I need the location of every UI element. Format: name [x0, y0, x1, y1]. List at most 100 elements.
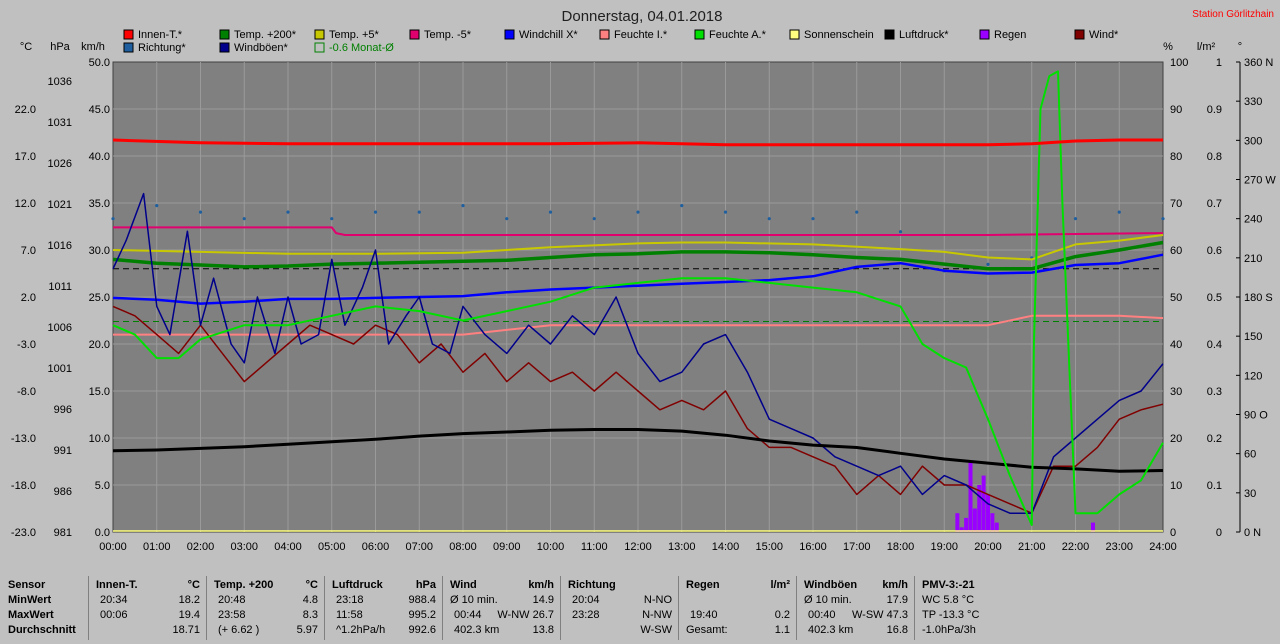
rain-bar: [968, 461, 973, 532]
degree-tick-label: 360 N: [1244, 57, 1273, 69]
axis-unit-rain: l/m²: [1197, 41, 1216, 53]
temp-column: Temp. +200 °C 20:48 4.8 23:58 8.3 (+ 6.62 )…: [208, 572, 322, 644]
rain-bar: [972, 508, 977, 532]
regen-r2-time: 19:40: [690, 609, 718, 621]
label-max: MaxWert: [8, 609, 54, 621]
axis-unit-degrees: °: [1238, 41, 1242, 53]
temp-title: Temp. +200: [214, 579, 274, 591]
legend-label: Innen-T.*: [138, 29, 183, 41]
rain-tick-label: 0.3: [1207, 386, 1222, 398]
x-tick-label: 14:00: [712, 541, 740, 553]
hpa-tick-label: 1011: [48, 281, 72, 293]
x-tick-label: 07:00: [405, 541, 433, 553]
direction-point: [111, 217, 115, 221]
rain-bar: [964, 517, 969, 532]
direction-point: [548, 210, 553, 214]
divider: [914, 576, 915, 640]
regen-r2-value: 0.2: [774, 609, 790, 621]
legend-label: Luftdruck*: [899, 29, 949, 41]
druck-avg-note: ^1.2hPa/h: [336, 624, 386, 636]
wind-r3-distance: 402.3 km: [454, 624, 500, 636]
legend-label: Feuchte I.*: [614, 29, 668, 41]
boeen-column: Windböen km/h Ø 10 min. 17.9 00:40 W-SW 47.…: [798, 572, 912, 644]
direction-point: [461, 204, 465, 208]
boeen-r3-value: 16.8: [886, 624, 908, 636]
x-tick-label: 13:00: [668, 541, 696, 553]
degree-tick-label: 300: [1244, 135, 1262, 147]
rain-tick-label: 0.5: [1207, 292, 1222, 304]
degree-tick-label: 240: [1244, 214, 1262, 226]
percent-tick-label: 60: [1170, 245, 1182, 257]
axis-unit-celsius: °C: [20, 41, 32, 53]
celsius-tick-label: -13.0: [11, 433, 36, 445]
x-tick-label: 19:00: [930, 541, 958, 553]
percent-tick-label: 90: [1170, 104, 1182, 116]
hpa-tick-label: 996: [54, 404, 72, 416]
percent-tick-label: 100: [1170, 57, 1188, 69]
label-sensor: Sensor: [8, 579, 46, 591]
direction-point: [242, 217, 246, 221]
temp-max-time: 23:58: [218, 609, 246, 621]
pmv-r3: -1.0hPa/3h: [922, 624, 976, 636]
richtung-r1-value: N-NO: [643, 594, 672, 606]
celsius-tick-label: 2.0: [21, 292, 36, 304]
degree-tick-label: 150: [1244, 331, 1262, 343]
degree-tick-label: 90 O: [1244, 410, 1268, 422]
legend-swatch: [219, 29, 230, 40]
x-tick-label: 16:00: [799, 541, 827, 553]
legend-label: Windböen*: [234, 42, 289, 54]
wind-r1-label: Ø 10 min.: [450, 594, 498, 606]
rain-tick-label: 0.7: [1207, 198, 1222, 210]
station-name: Station Görlitzhain: [1192, 9, 1274, 20]
direction-point: [286, 210, 290, 214]
rain-bar: [955, 513, 960, 532]
regen-r3-value: 1.1: [774, 624, 790, 636]
percent-tick-label: 10: [1170, 480, 1182, 492]
divider: [678, 576, 679, 640]
legend-label: Wind*: [1089, 29, 1119, 41]
celsius-tick-label: 12.0: [15, 198, 36, 210]
x-tick-label: 15:00: [755, 541, 783, 553]
direction-point: [373, 210, 378, 214]
innen-avg: 18.71: [172, 624, 200, 636]
legend-label: -0.6 Monat-Ø: [329, 42, 394, 54]
percent-tick-label: 20: [1170, 433, 1182, 445]
temp-max: 8.3: [302, 609, 318, 621]
rain-tick-label: 0.1: [1207, 480, 1222, 492]
x-tick-label: 11:00: [581, 541, 608, 553]
legend-swatch: [123, 29, 134, 40]
boeen-r2-time: 00:40: [808, 609, 836, 621]
rain-tick-label: 0: [1216, 527, 1222, 539]
regen-title: Regen: [686, 579, 720, 591]
x-tick-label: 22:00: [1062, 541, 1090, 553]
boeen-title: Windböen: [804, 579, 858, 591]
kmh-tick-label: 0.0: [95, 527, 110, 539]
legend-swatch: [409, 29, 420, 40]
legend-label: Temp. +200*: [234, 29, 297, 41]
rain-bar: [981, 475, 986, 532]
rain-tick-label: 0.6: [1207, 245, 1222, 257]
hpa-tick-label: 981: [54, 527, 72, 539]
celsius-tick-label: -3.0: [17, 339, 36, 351]
direction-point: [592, 217, 596, 221]
kmh-tick-label: 10.0: [89, 433, 110, 445]
direction-point: [986, 262, 990, 266]
hpa-tick-label: 1026: [48, 158, 72, 170]
hpa-tick-label: 1001: [48, 363, 72, 375]
weather-chart: Donnerstag, 04.01.2018 Station Görlitzha…: [0, 0, 1280, 572]
temp-min-time: 20:48: [218, 594, 246, 606]
celsius-tick-label: 17.0: [15, 151, 36, 163]
degree-tick-label: 60: [1244, 449, 1256, 461]
legend-label: Windchill X*: [519, 29, 578, 41]
x-tick-label: 23:00: [1105, 541, 1133, 553]
legend-label: Sonnenschein: [804, 29, 874, 41]
direction-point: [330, 217, 334, 221]
celsius-tick-label: 22.0: [15, 104, 36, 116]
pmv-r2: TP -13.3 °C: [922, 609, 980, 621]
hpa-tick-label: 1031: [48, 117, 72, 129]
direction-point: [1117, 210, 1121, 214]
divider: [88, 576, 89, 640]
wind-r2-time: 00:44: [454, 609, 482, 621]
x-tick-label: 08:00: [449, 541, 477, 553]
divider: [442, 576, 443, 640]
